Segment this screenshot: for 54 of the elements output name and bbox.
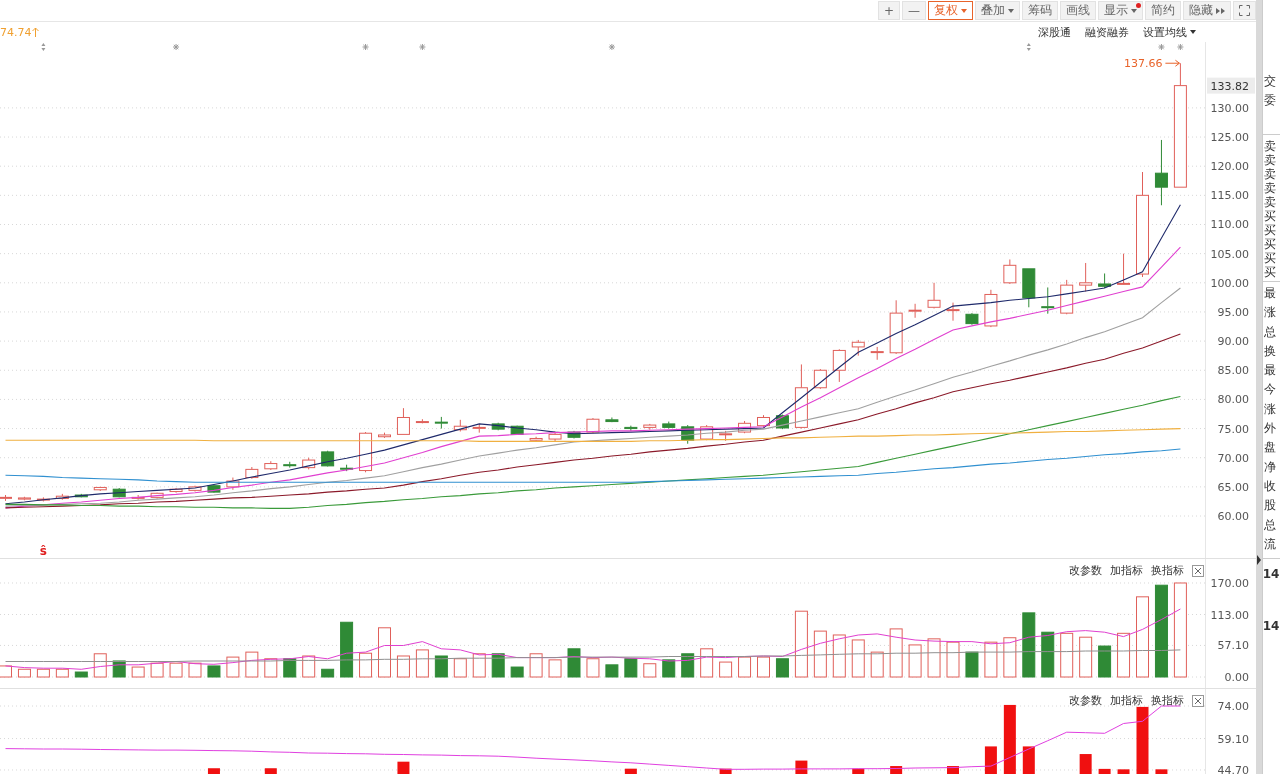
info-label: 净 [1262, 458, 1277, 476]
info-label: 委 [1262, 92, 1277, 109]
info-label: 买 [1262, 265, 1277, 279]
axis-label: 59.10 [1217, 732, 1249, 746]
axis-label: 95.00 [1217, 305, 1249, 319]
axis-label: 115.00 [1210, 189, 1249, 203]
info-label: 卖 [1262, 181, 1277, 195]
info-label: 买 [1262, 209, 1277, 223]
info-value: 14 [1262, 566, 1280, 584]
axis-label: 65.00 [1217, 480, 1249, 494]
info-label: 今 [1262, 381, 1277, 399]
axis-label: 170.00 [1210, 577, 1249, 590]
axis-label: 120.00 [1210, 160, 1249, 174]
info-label: 卖 [1262, 195, 1277, 209]
info-label: 总 [1262, 323, 1277, 341]
info-label: 流 [1262, 535, 1277, 553]
signal-mark: ŝ [39, 544, 47, 558]
info-value: 14 [1262, 618, 1280, 636]
axis-label: 74.00 [1217, 700, 1249, 714]
info-label: 涨 [1262, 400, 1277, 418]
info-label: 收 [1262, 477, 1277, 495]
axis-label: 0.00 [1224, 671, 1249, 684]
info-label: 买 [1262, 237, 1277, 251]
axis-label: 57.10 [1217, 639, 1249, 653]
axis-label: 85.00 [1217, 364, 1249, 378]
info-label: 买 [1262, 251, 1277, 265]
info-label: 总 [1262, 516, 1277, 534]
axis-label: 80.00 [1217, 393, 1249, 407]
info-label: 最 [1262, 285, 1277, 302]
info-label: 卖 [1262, 167, 1277, 181]
axis-label: 75.00 [1217, 422, 1249, 436]
axis-label: 70.00 [1217, 451, 1249, 465]
axis-label: 130.00 [1210, 101, 1249, 115]
info-label: 涨 [1262, 304, 1277, 322]
info-label: 卖 [1262, 139, 1277, 153]
info-label: 买 [1262, 223, 1277, 237]
low-price-label: 74.74 [0, 25, 32, 39]
info-label: 最 [1262, 362, 1277, 380]
axis-label: 100.00 [1210, 276, 1249, 290]
last-price-label: 133.82 [1207, 77, 1255, 94]
info-label: 卖 [1262, 153, 1277, 167]
info-label: 盘 [1262, 439, 1277, 457]
axis-label: 60.00 [1217, 510, 1249, 523]
high-price-label: 137.66 [1123, 57, 1163, 71]
axis-label: 90.00 [1217, 335, 1249, 349]
axis-label: 110.00 [1210, 218, 1249, 232]
info-label: 外 [1262, 420, 1277, 438]
info-label: 股 [1262, 497, 1277, 515]
axis-label: 105.00 [1210, 247, 1249, 261]
info-label: 换 [1262, 342, 1277, 360]
axis-label: 113.00 [1210, 608, 1249, 622]
info-label: 交 [1262, 73, 1277, 90]
axis-label: 44.70 [1217, 764, 1249, 774]
axis-label: 125.00 [1210, 131, 1249, 145]
